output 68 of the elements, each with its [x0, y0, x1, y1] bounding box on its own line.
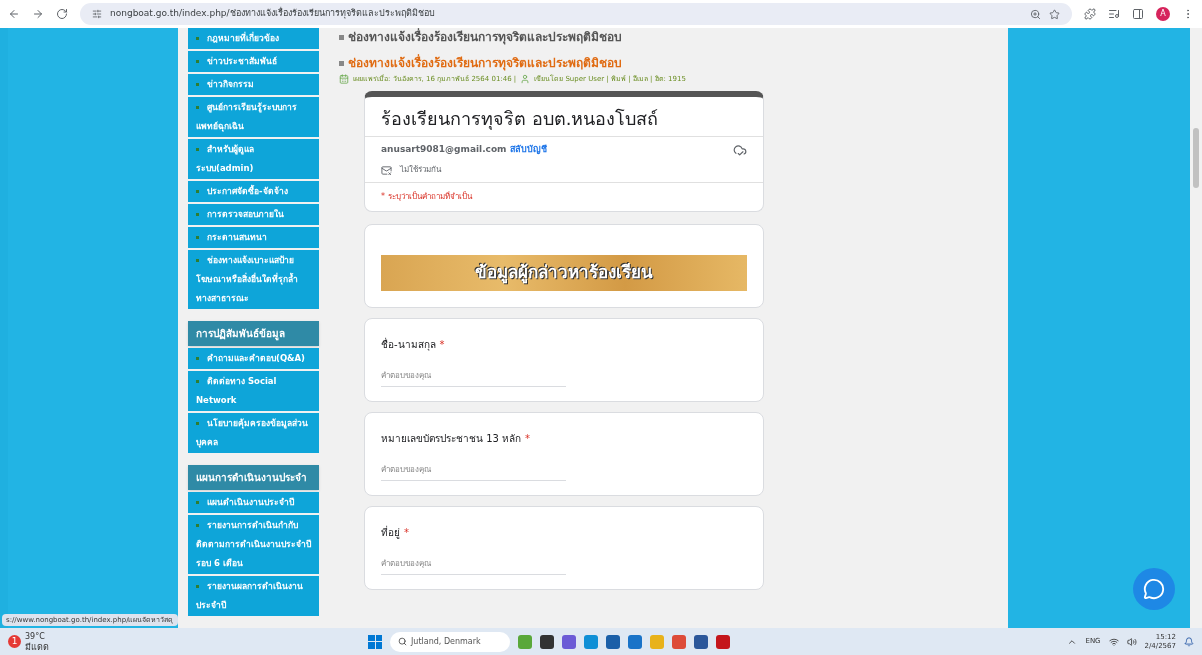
- scrollbar[interactable]: [1190, 28, 1202, 628]
- sidebar-link[interactable]: ติดต่อทาง Social Network: [188, 371, 319, 411]
- sidebar-heading: การปฏิสัมพันธ์ข้อมูล: [188, 321, 319, 346]
- question-label: ที่อยู่: [381, 525, 400, 540]
- taskbar-search[interactable]: Jutland, Denmark: [390, 631, 510, 652]
- taskbar-app-icon[interactable]: [540, 634, 554, 649]
- side-panel-icon[interactable]: [1132, 8, 1144, 20]
- sidebar-link[interactable]: คำถามและคำตอบ(Q&A): [188, 348, 319, 369]
- required-asterisk: *: [439, 338, 445, 352]
- extensions-icon[interactable]: [1084, 8, 1096, 20]
- sidebar-link[interactable]: รายงานผลการดำเนินงานประจำปี: [188, 576, 319, 616]
- mail-icon: [381, 164, 392, 176]
- calendar-icon: [339, 74, 349, 85]
- taskbar-app-icon[interactable]: [694, 634, 708, 649]
- start-icon[interactable]: [368, 634, 382, 649]
- sidebar-link[interactable]: ข่าวกิจกรรม: [188, 74, 319, 95]
- sidebar-link[interactable]: แผนดำเนินงานประจำปี: [188, 492, 319, 513]
- article-title: ช่องทางแจ้งเรื่องร้องเรียนการทุจริตและประพฤติมิชอบ: [348, 54, 622, 72]
- sidebar-link[interactable]: การตรวจสอบภายใน: [188, 204, 319, 225]
- search-icon: [398, 637, 407, 646]
- sidebar-link[interactable]: นโยบายคุ้มครองข้อมูลส่วนบุคคล: [188, 413, 319, 453]
- previous-article-title: ช่องทางแจ้งเรื่องร้องเรียนการทุจริตและประพฤติมิชอบ: [348, 28, 622, 46]
- question-label: ชื่อ-นามสกุล: [381, 337, 436, 352]
- url-text: nongboat.go.th/index.php/ช่องทางแจ้งเรื่องร้องเรียนการทุจริตและประพฤติมิชอบ: [110, 7, 436, 21]
- required-asterisk: *: [404, 526, 409, 540]
- sidebar-heading: แผนการดำเนินงานประจำ: [188, 465, 319, 490]
- wifi-icon[interactable]: [1108, 636, 1119, 647]
- sidebar-link[interactable]: ข่าวประชาสัมพันธ์: [188, 51, 319, 72]
- form-title: ร้องเรียนการทุจริต อบต.หนองโบสถ์: [365, 96, 763, 137]
- answer-field[interactable]: คำตอบของคุณ: [381, 370, 566, 387]
- author-icon: [520, 74, 531, 85]
- sidebar-link[interactable]: ช่องทางแจ้งเบาะแสป้ายโฆษณาหรือสิ่งอื่นใดที่รุกล้ำทางสาธารณะ: [188, 250, 319, 309]
- sidebar-link[interactable]: รายงานการดำเนินกำกับติดตามการดำเนินงานประจำปี รอบ 6 เดือน: [188, 515, 319, 574]
- question-label: หมายเลขบัตรประชาชน 13 หลัก: [381, 432, 522, 446]
- back-icon[interactable]: [8, 8, 20, 20]
- taskbar-app-icon[interactable]: [716, 634, 730, 649]
- sidebar-link[interactable]: กระดานสนทนา: [188, 227, 319, 248]
- bookmark-star-icon[interactable]: [1049, 8, 1060, 20]
- address-bar[interactable]: nongboat.go.th/index.php/ช่องทางแจ้งเรื่องร้องเรียนการทุจริตและประพฤติมิชอบ: [80, 3, 1072, 25]
- banner-text: ข้อมูลผู้กล่าวหาร้องเรียน: [475, 261, 653, 286]
- sidebar-link[interactable]: ประกาศจัดซื้อ-จัดจ้าง: [188, 181, 319, 202]
- not-shared-text: ไม่ใช้ร่วมกัน: [400, 164, 441, 176]
- volume-icon[interactable]: [1126, 636, 1137, 647]
- sidebar-link[interactable]: ศูนย์การเรียนรู้ระบบการแพทย์ฉุกเฉิน: [188, 97, 319, 137]
- bullet-icon: [339, 60, 344, 66]
- sidebar-link[interactable]: สำหรับผู้ดูแลระบบ(admin): [188, 139, 319, 179]
- zoom-icon[interactable]: [1030, 8, 1041, 20]
- answer-field[interactable]: คำตอบของคุณ: [381, 558, 566, 575]
- account-email: anusart9081@gmail.com: [381, 143, 507, 154]
- taskbar-app-icon[interactable]: [606, 634, 620, 649]
- sidebar-link[interactable]: กฎหมายที่เกี่ยวข้อง: [188, 28, 319, 49]
- required-asterisk: *: [525, 432, 531, 446]
- answer-field[interactable]: คำตอบของคุณ: [381, 464, 566, 481]
- weather-badge[interactable]: 1: [8, 635, 21, 648]
- bullet-icon: [339, 34, 344, 40]
- cloud-check-icon: [733, 142, 747, 157]
- profile-avatar[interactable]: A: [1156, 7, 1170, 21]
- notification-icon[interactable]: [1184, 636, 1194, 647]
- switch-account-link[interactable]: สลับบัญชี: [509, 143, 547, 154]
- weather-text: มีแดด: [25, 641, 49, 652]
- reload-icon[interactable]: [56, 8, 68, 20]
- forward-icon[interactable]: [32, 8, 44, 20]
- temperature: 39°C: [25, 631, 46, 642]
- required-note: * ระบุว่าเป็นคำถามที่จำเป็น: [380, 190, 474, 203]
- site-settings-icon[interactable]: [92, 9, 102, 19]
- search-text: Jutland, Denmark: [411, 635, 481, 648]
- media-icon[interactable]: [1108, 8, 1120, 20]
- chat-icon: [1143, 578, 1165, 600]
